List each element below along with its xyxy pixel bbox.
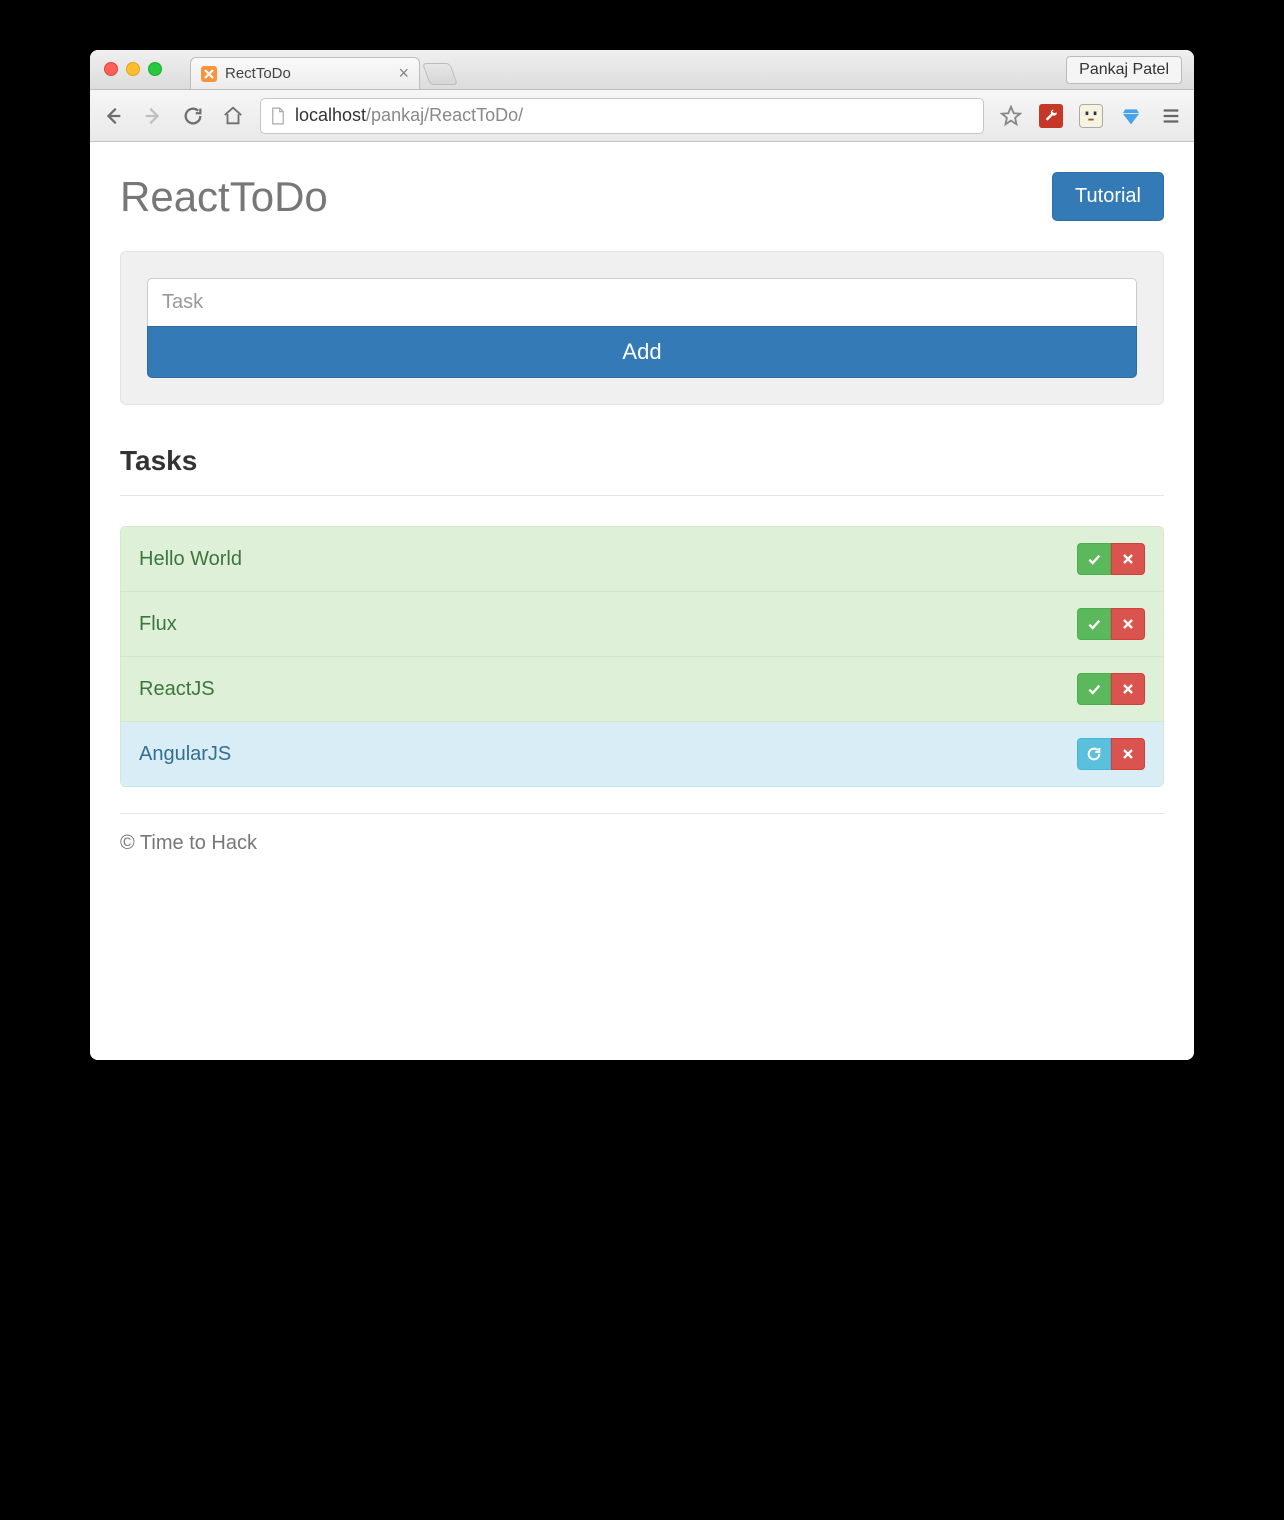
complete-task-button[interactable] — [1077, 543, 1111, 575]
bookmark-star-icon[interactable] — [998, 103, 1024, 129]
extension-face-icon[interactable] — [1078, 103, 1104, 129]
app-title: ReactToDo — [120, 173, 328, 221]
forward-button[interactable] — [140, 103, 166, 129]
task-label: Hello World — [139, 548, 242, 571]
new-tab-button[interactable] — [422, 63, 458, 85]
x-icon — [1120, 616, 1136, 632]
check-icon — [1086, 681, 1102, 697]
home-button[interactable] — [220, 103, 246, 129]
url-path: /pankaj/ReactToDo/ — [366, 105, 523, 125]
task-actions — [1077, 673, 1145, 705]
page-content: ReactToDo Tutorial Add Tasks Hello World — [90, 142, 1194, 1060]
window-maximize-button[interactable] — [148, 62, 162, 76]
footer-divider — [120, 813, 1164, 814]
delete-task-button[interactable] — [1111, 608, 1145, 640]
task-actions — [1077, 738, 1145, 770]
back-button[interactable] — [100, 103, 126, 129]
task-item: Hello World — [121, 527, 1163, 592]
traffic-lights — [104, 62, 162, 76]
tasks-heading: Tasks — [120, 445, 1164, 477]
x-icon — [1120, 551, 1136, 567]
task-item: ReactJS — [121, 657, 1163, 722]
task-item: Flux — [121, 592, 1163, 657]
extension-wrench-icon[interactable] — [1038, 103, 1064, 129]
browser-titlebar: RectToDo × Pankaj Patel — [90, 50, 1194, 90]
profile-badge[interactable]: Pankaj Patel — [1066, 56, 1182, 84]
url-host: localhost — [295, 105, 366, 125]
task-item: AngularJS — [121, 722, 1163, 787]
delete-task-button[interactable] — [1111, 543, 1145, 575]
divider — [120, 495, 1164, 496]
task-input[interactable] — [147, 278, 1137, 326]
tab-title: RectToDo — [225, 65, 291, 82]
reopen-task-button[interactable] — [1077, 738, 1111, 770]
tutorial-button[interactable]: Tutorial — [1052, 172, 1164, 221]
tab-close-icon[interactable]: × — [398, 63, 409, 84]
delete-task-button[interactable] — [1111, 738, 1145, 770]
refresh-icon — [1086, 746, 1102, 762]
task-label: Flux — [139, 613, 177, 636]
complete-task-button[interactable] — [1077, 608, 1111, 640]
complete-task-button[interactable] — [1077, 673, 1111, 705]
delete-task-button[interactable] — [1111, 673, 1145, 705]
menu-button[interactable] — [1158, 103, 1184, 129]
x-icon — [1120, 746, 1136, 762]
xampp-favicon — [201, 66, 217, 82]
check-icon — [1086, 616, 1102, 632]
task-label: AngularJS — [139, 743, 231, 766]
task-list: Hello World Flux — [120, 526, 1164, 787]
page-icon — [271, 107, 287, 125]
reload-button[interactable] — [180, 103, 206, 129]
browser-toolbar: localhost/pankaj/ReactToDo/ — [90, 90, 1194, 142]
add-button[interactable]: Add — [147, 326, 1137, 378]
footer-text: © Time to Hack — [120, 832, 1164, 855]
window-minimize-button[interactable] — [126, 62, 140, 76]
task-actions — [1077, 608, 1145, 640]
task-actions — [1077, 543, 1145, 575]
browser-tab[interactable]: RectToDo × — [190, 57, 420, 89]
task-label: ReactJS — [139, 678, 215, 701]
add-task-panel: Add — [120, 251, 1164, 405]
url-text: localhost/pankaj/ReactToDo/ — [295, 105, 523, 126]
window-close-button[interactable] — [104, 62, 118, 76]
address-bar[interactable]: localhost/pankaj/ReactToDo/ — [260, 98, 984, 134]
x-icon — [1120, 681, 1136, 697]
check-icon — [1086, 551, 1102, 567]
browser-window: RectToDo × Pankaj Patel localhost/pankaj… — [90, 50, 1194, 1060]
extension-diamond-icon[interactable] — [1118, 103, 1144, 129]
page-header: ReactToDo Tutorial — [120, 172, 1164, 221]
